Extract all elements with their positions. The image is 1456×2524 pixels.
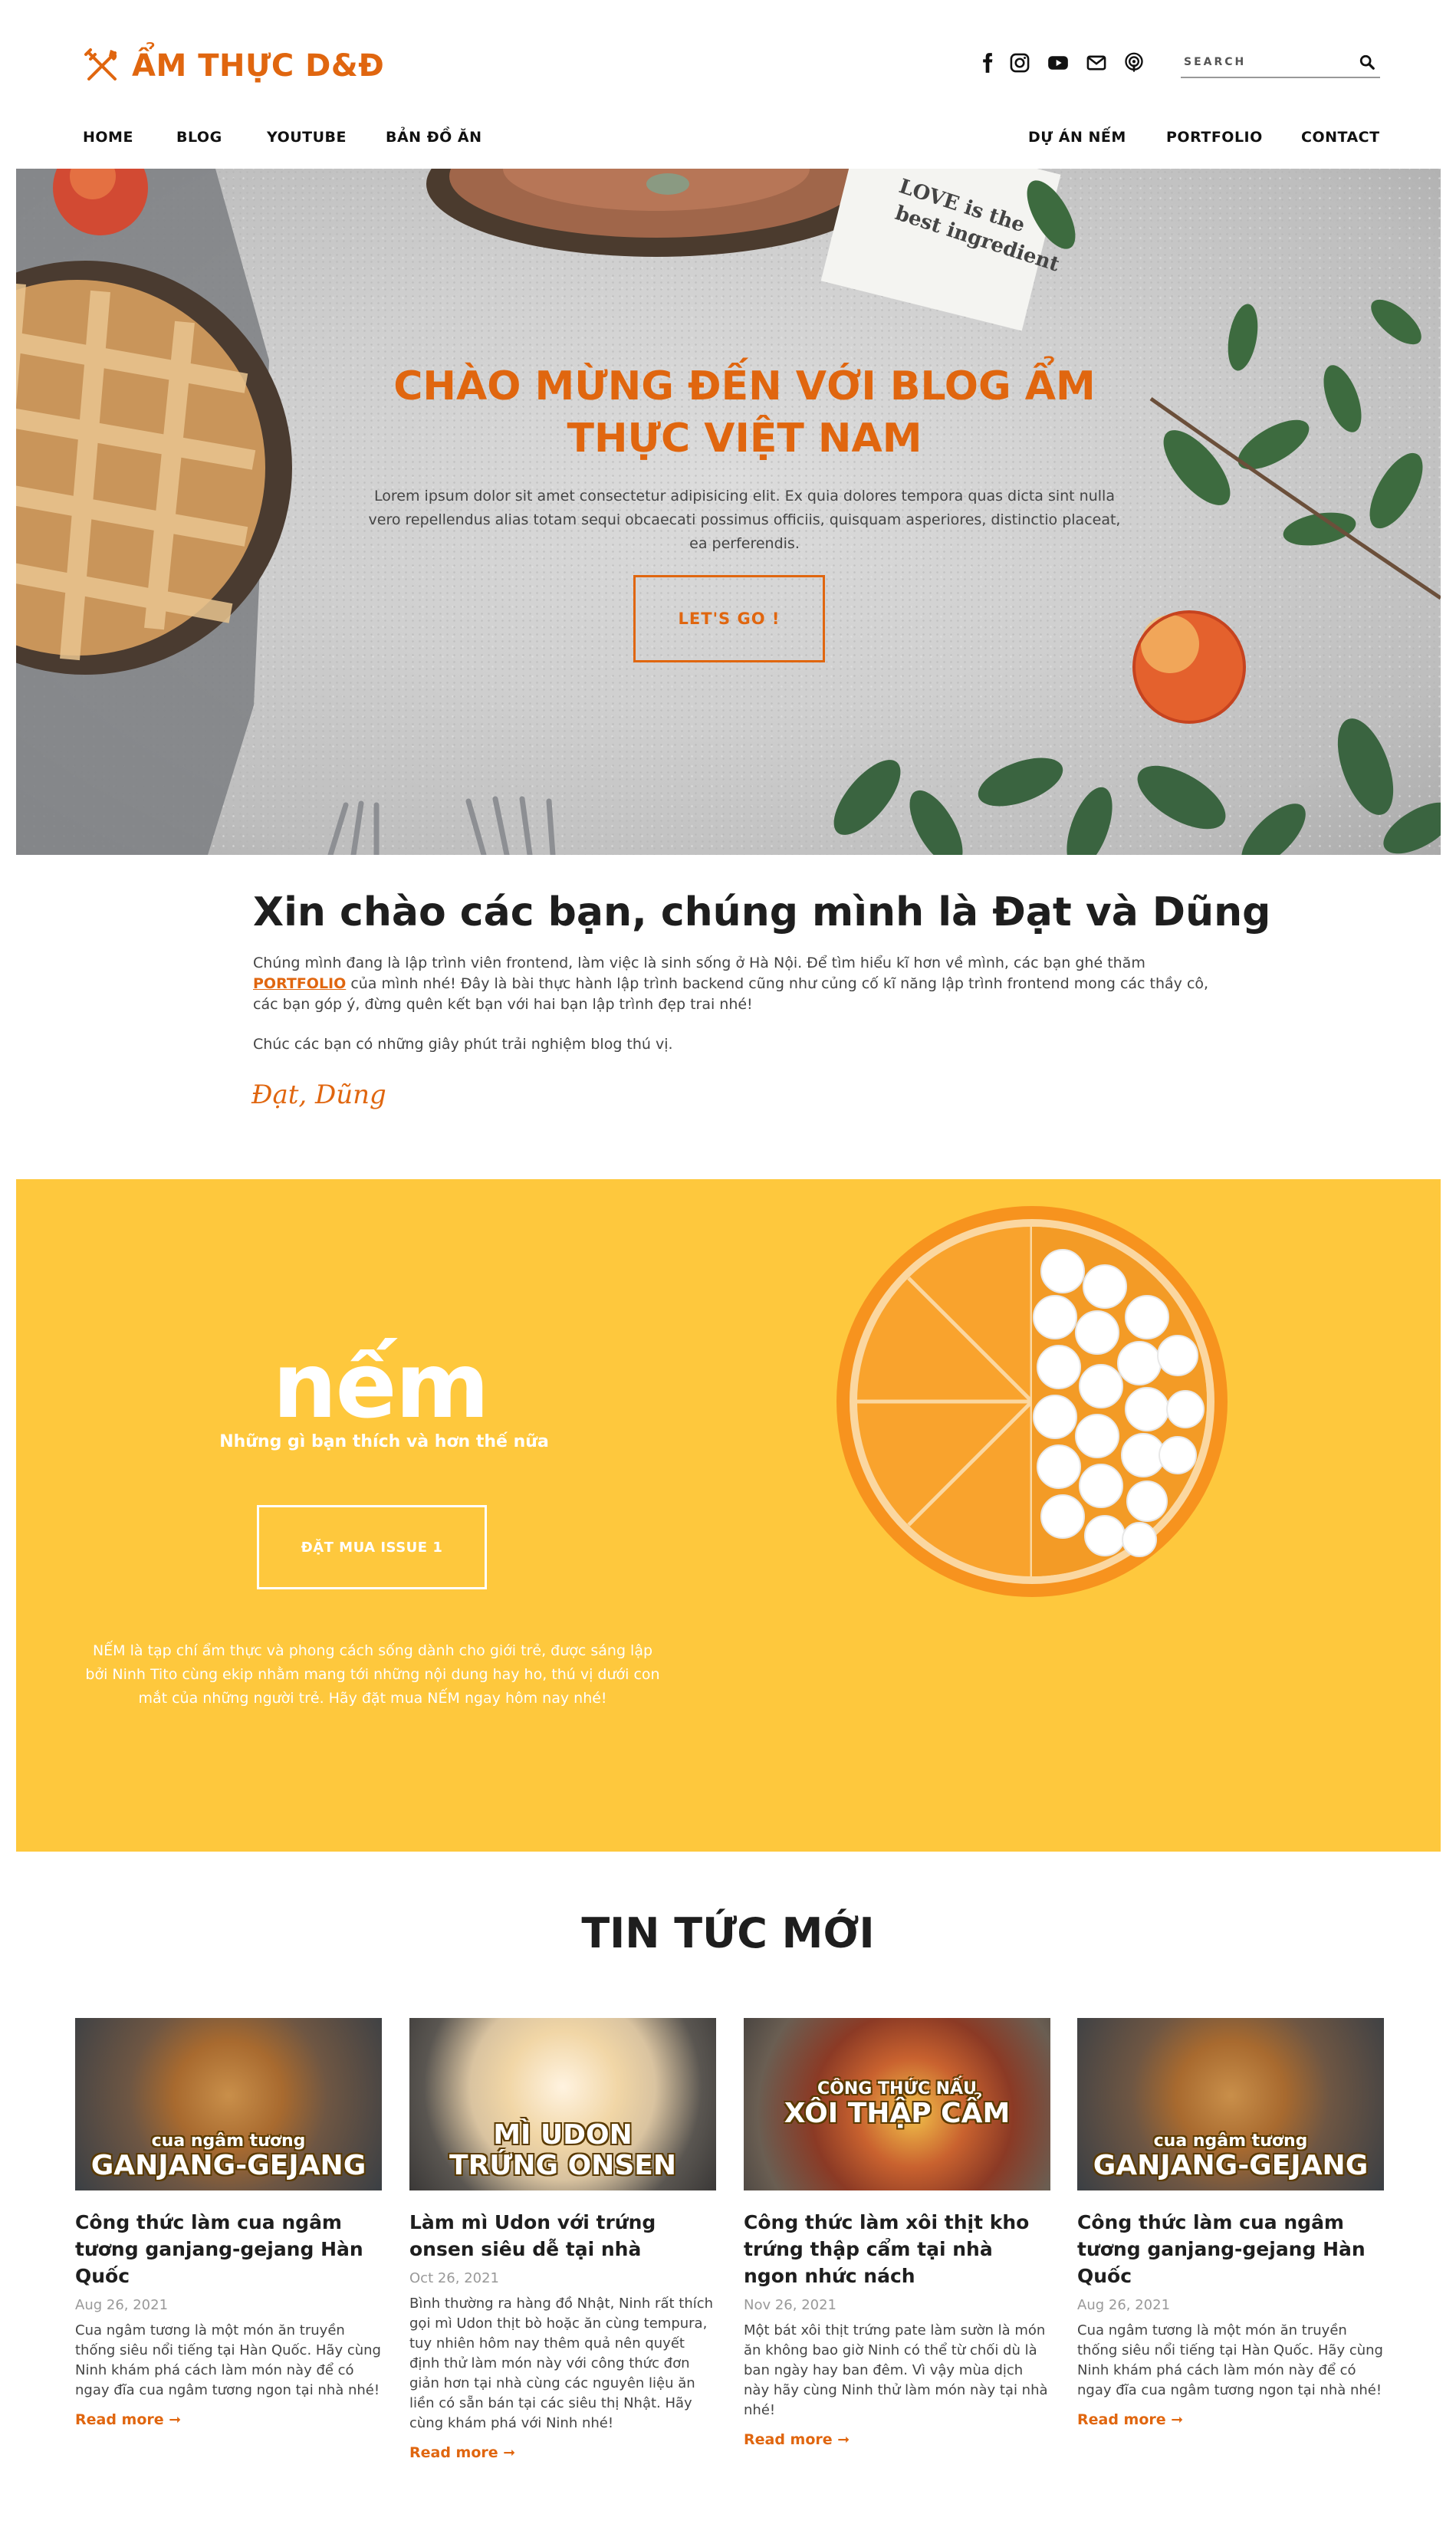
- brand-name: ẨM THỰC D&Đ: [132, 48, 385, 84]
- caption-small: MÌ UDON: [493, 2119, 633, 2151]
- news-card-image[interactable]: MÌ UDON TRỨNG ONSEN: [409, 2018, 716, 2190]
- nav-nem-project[interactable]: DỰ ÁN NẾM: [1028, 129, 1126, 146]
- read-more-link[interactable]: Read more ➞: [75, 2411, 181, 2428]
- news-card-excerpt: Một bát xôi thịt trứng pate làm sườn là …: [744, 2322, 1048, 2418]
- news-card-title[interactable]: Công thức làm xôi thịt kho trứng thập cẩ…: [744, 2209, 1050, 2289]
- intro-paragraph-1: Chúng mình đang là lập trình viên fronte…: [253, 953, 1211, 1015]
- nav-contact[interactable]: CONTACT: [1301, 129, 1380, 146]
- news-section-title: TIN TỨC MỚI: [581, 1909, 875, 1957]
- hero-title-line-1: CHÀO MỪNG ĐẾN VỚI BLOG ẨM: [393, 363, 1096, 409]
- nem-description: NẾM là tạp chí ẩm thực và phong cách sốn…: [85, 1642, 660, 1707]
- news-card-excerpt: Cua ngâm tương là một món ăn truyền thốn…: [75, 2322, 381, 2398]
- nav-youtube[interactable]: YOUTUBE: [267, 129, 347, 146]
- read-more-link[interactable]: Read more ➞: [744, 2431, 850, 2448]
- news-card-date: Aug 26, 2021: [75, 2297, 169, 2313]
- news-card-title[interactable]: Công thức làm cua ngâm tương ganjang-gej…: [1077, 2209, 1384, 2289]
- news-card-date: Nov 26, 2021: [744, 2297, 837, 2313]
- order-issue-button[interactable]: ĐẶT MUA ISSUE 1: [257, 1505, 487, 1589]
- caption-big: XÔI THẬP CẨM: [784, 2098, 1011, 2129]
- podcast-icon[interactable]: [1122, 51, 1146, 75]
- news-card: CÔNG THỨC NẤU XÔI THẬP CẨM Công thức làm…: [744, 2018, 1050, 2448]
- news-card-image[interactable]: cua ngâm tương GANJANG-GEJANG: [1077, 2018, 1384, 2190]
- nem-logo: nếm: [272, 1333, 490, 1438]
- intro-title: Xin chào các bạn, chúng mình là Đạt và D…: [253, 889, 1271, 935]
- news-card-excerpt: Cua ngâm tương là một món ăn truyền thốn…: [1077, 2322, 1383, 2398]
- nem-subtitle: Những gì bạn thích và hơn thế nữa: [219, 1432, 549, 1451]
- news-card-date: Oct 26, 2021: [409, 2270, 499, 2286]
- nav-home[interactable]: HOME: [83, 129, 133, 146]
- search-box: [1181, 51, 1380, 78]
- caption-small: cua ngâm tương: [1153, 2131, 1308, 2151]
- hero-banner: LOVE is the best ingredient CHÀO MỪNG ĐẾ…: [16, 169, 1441, 855]
- email-icon[interactable]: [1084, 51, 1109, 75]
- caption-small: CÔNG THỨC NẤU: [817, 2079, 977, 2098]
- search-input[interactable]: [1181, 51, 1357, 74]
- intro-text-part-2: của mình nhé! Đây là bài thực hành lập t…: [253, 975, 1209, 1013]
- news-card-title[interactable]: Công thức làm cua ngâm tương ganjang-gej…: [75, 2209, 382, 2289]
- signature: Đạt, Dũng: [251, 1080, 386, 1110]
- nav-portfolio[interactable]: PORTFOLIO: [1166, 129, 1263, 146]
- site-header: ẨM THỰC D&Đ HOME BLOG YOUTUBE BẢN ĐỒ ĂN …: [0, 0, 1456, 169]
- news-card-image-caption: cua ngâm tương GANJANG-GEJANG: [1077, 2131, 1384, 2181]
- instagram-icon[interactable]: [1007, 51, 1032, 75]
- fork-knife-icon: [84, 48, 117, 81]
- hero-description: Lorem ipsum dolor sit amet consectetur a…: [368, 488, 1121, 552]
- news-card-image[interactable]: cua ngâm tương GANJANG-GEJANG: [75, 2018, 382, 2190]
- intro-paragraph-2: Chúc các bạn có những giây phút trải ngh…: [253, 1036, 673, 1053]
- caption-small: cua ngâm tương: [151, 2131, 306, 2151]
- read-more-link[interactable]: Read more ➞: [1077, 2411, 1183, 2428]
- orange-pills-image: [836, 1206, 1228, 1597]
- nav-food-map[interactable]: BẢN ĐỒ ĂN: [386, 129, 482, 146]
- portfolio-link[interactable]: PORTFOLIO: [253, 975, 346, 992]
- news-card: MÌ UDON TRỨNG ONSEN Làm mì Udon với trứn…: [409, 2018, 716, 2461]
- intro-text-part-1: Chúng mình đang là lập trình viên fronte…: [253, 955, 1145, 971]
- hero-title: CHÀO MỪNG ĐẾN VỚI BLOG ẨM THỰC VIỆT NAM: [323, 360, 1166, 465]
- brand-logo[interactable]: ẨM THỰC D&Đ: [83, 41, 384, 90]
- search-icon[interactable]: [1359, 54, 1375, 71]
- read-more-link[interactable]: Read more ➞: [409, 2444, 515, 2461]
- news-card-image[interactable]: CÔNG THỨC NẤU XÔI THẬP CẨM: [744, 2018, 1050, 2190]
- caption-big: TRỨNG ONSEN: [449, 2150, 676, 2181]
- news-card: cua ngâm tương GANJANG-GEJANG Công thức …: [75, 2018, 382, 2428]
- news-card-image-caption: CÔNG THỨC NẤU XÔI THẬP CẨM: [744, 2079, 1050, 2129]
- facebook-icon[interactable]: [975, 51, 1000, 75]
- news-card-image-caption: cua ngâm tương GANJANG-GEJANG: [75, 2131, 382, 2181]
- news-card-title[interactable]: Làm mì Udon với trứng onsen siêu dễ tại …: [409, 2209, 716, 2263]
- hero-title-line-2: THỰC VIỆT NAM: [567, 416, 922, 462]
- news-card-image-caption: MÌ UDON TRỨNG ONSEN: [409, 2120, 716, 2181]
- news-card-date: Aug 26, 2021: [1077, 2297, 1171, 2313]
- nem-promo-section: nếm Những gì bạn thích và hơn thế nữa ĐẶ…: [16, 1179, 1441, 1852]
- caption-big: GANJANG-GEJANG: [1093, 2150, 1369, 2181]
- nav-blog[interactable]: BLOG: [176, 129, 222, 146]
- lets-go-button[interactable]: LET'S GO !: [633, 575, 825, 662]
- youtube-icon[interactable]: [1046, 51, 1070, 75]
- news-card-excerpt: Bình thường ra hàng đồ Nhật, Ninh rất th…: [409, 2296, 714, 2431]
- caption-big: GANJANG-GEJANG: [90, 2150, 366, 2181]
- news-card: cua ngâm tương GANJANG-GEJANG Công thức …: [1077, 2018, 1384, 2428]
